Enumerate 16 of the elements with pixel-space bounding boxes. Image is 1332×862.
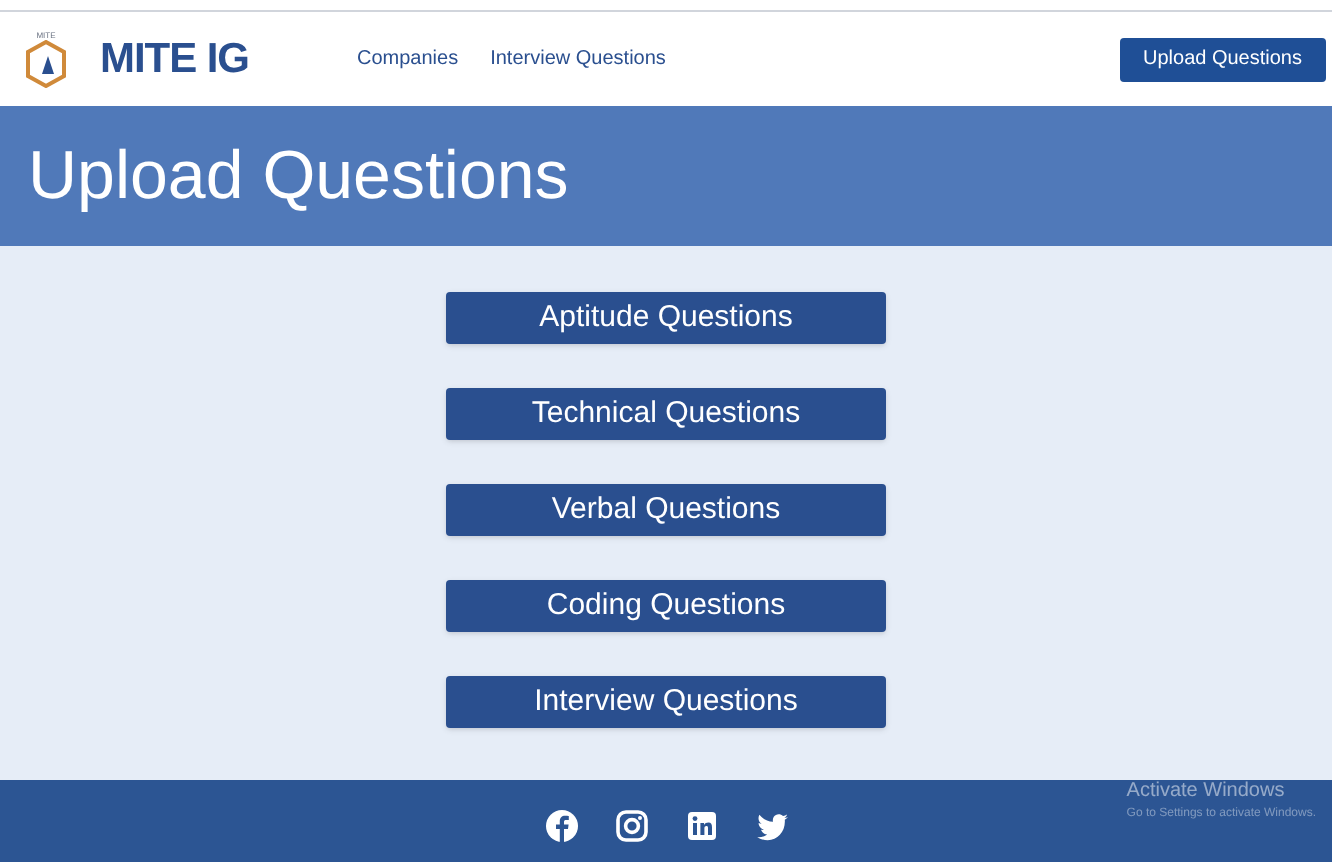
category-button[interactable]: Technical Questions xyxy=(446,388,886,440)
page-title: Upload Questions xyxy=(28,135,569,217)
linkedin-icon[interactable] xyxy=(685,809,717,841)
brand-name: MITE IG xyxy=(100,33,249,86)
category-button[interactable]: Coding Questions xyxy=(446,580,886,632)
category-button[interactable]: Interview Questions xyxy=(446,676,886,728)
facebook-icon[interactable] xyxy=(545,809,577,841)
instagram-icon[interactable] xyxy=(615,809,647,841)
category-button[interactable]: Aptitude Questions xyxy=(446,292,886,344)
upload-questions-button[interactable]: Upload Questions xyxy=(1119,37,1326,81)
bird-icon[interactable] xyxy=(755,809,787,841)
activation-notice-title: Activate Windows xyxy=(1126,778,1287,806)
category-button[interactable]: Verbal Questions xyxy=(446,484,886,536)
nav-link[interactable]: Companies xyxy=(357,44,459,74)
hexagon-logo-icon xyxy=(26,40,66,88)
nav-link[interactable]: Interview Questions xyxy=(490,44,666,74)
